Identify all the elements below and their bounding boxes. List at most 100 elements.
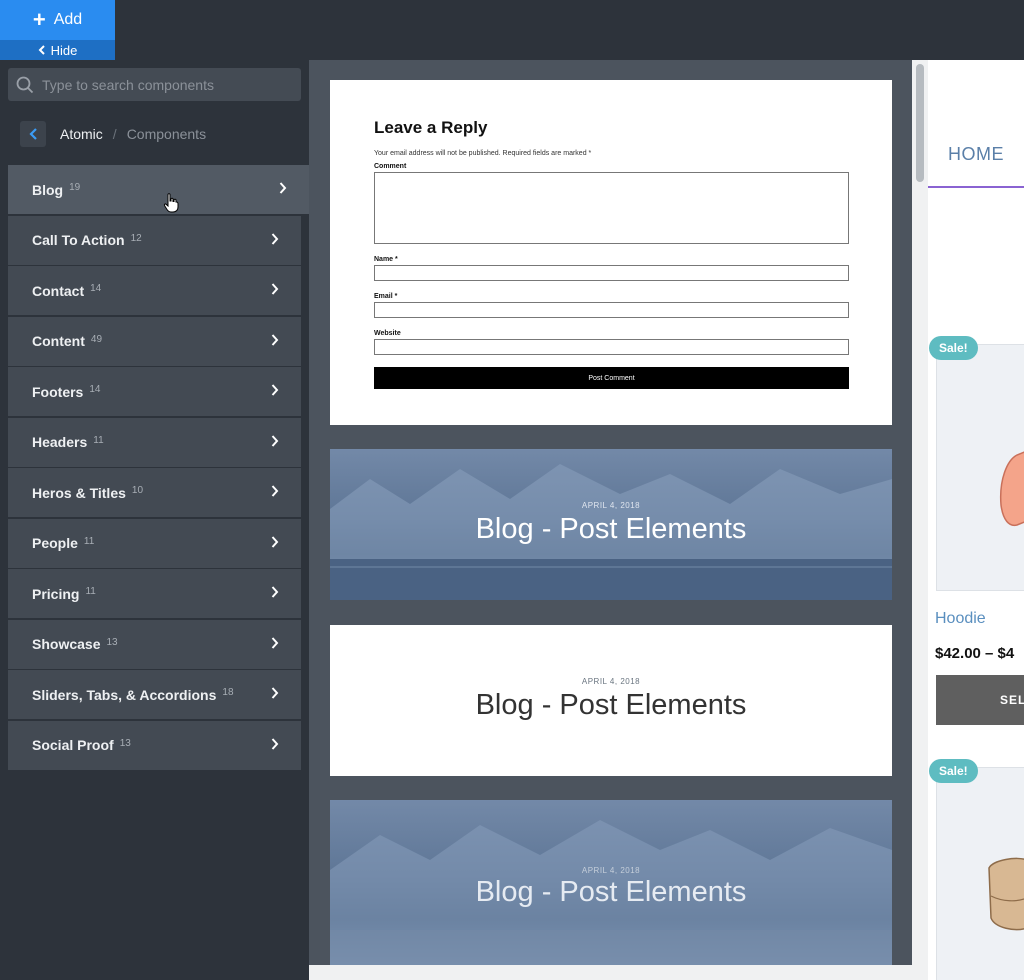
- preview-card-post-elements-plain[interactable]: APRIL 4, 2018 Blog - Post Elements: [330, 625, 892, 776]
- category-count: 11: [93, 434, 104, 446]
- preview-card-post-elements-image[interactable]: APRIL 4, 2018 Blog - Post Elements: [330, 449, 892, 600]
- category-label: Pricing: [32, 585, 80, 602]
- category-item-social-proof[interactable]: Social Proof 13: [8, 720, 301, 770]
- name-field: [374, 265, 849, 281]
- category-item-footers[interactable]: Footers 14: [8, 367, 301, 416]
- category-count: 13: [119, 737, 131, 749]
- category-count: 49: [90, 333, 103, 345]
- category-label: Content: [32, 333, 85, 349]
- category-count: 11: [85, 586, 96, 597]
- product-name[interactable]: Hoodie: [935, 610, 986, 628]
- chevron-right-icon: [271, 434, 279, 447]
- post-date: APRIL 4, 2018: [581, 677, 641, 686]
- website-field: [374, 339, 849, 355]
- chevron-right-icon: [271, 384, 279, 396]
- category-item-sliders-tabs-accordions[interactable]: Sliders, Tabs, & Accordions 18: [8, 670, 301, 719]
- back-button[interactable]: [20, 121, 46, 147]
- sale-badge: Sale!: [929, 336, 978, 360]
- chevron-right-icon: [271, 232, 279, 245]
- preview-card-post-elements-fade[interactable]: APRIL 4, 2018 Blog - Post Elements: [330, 800, 892, 965]
- scrollbar-thumb[interactable]: [916, 64, 924, 182]
- post-title: Blog - Post Elements: [475, 876, 747, 908]
- category-item-blog[interactable]: Blog 19: [8, 165, 309, 214]
- chevron-right-icon: [271, 687, 279, 699]
- category-count: 10: [131, 485, 144, 496]
- preview-card-leave-reply[interactable]: Leave a Reply Your email address will no…: [330, 80, 892, 425]
- chevron-left-icon: [38, 45, 45, 55]
- hide-button[interactable]: Hide: [0, 40, 115, 60]
- product-image-hoodie[interactable]: [936, 344, 1024, 591]
- component-preview-panel: Leave a Reply Your email address will no…: [309, 60, 912, 965]
- category-item-pricing[interactable]: Pricing 11: [8, 569, 301, 618]
- category-label: Blog: [32, 181, 64, 198]
- breadcrumb-child: Components: [126, 126, 207, 142]
- chevron-right-icon: [271, 485, 279, 497]
- product-image-beanie[interactable]: [936, 767, 1024, 980]
- add-button[interactable]: + Add: [0, 0, 115, 40]
- chevron-right-icon: [271, 283, 279, 295]
- search-input[interactable]: [42, 76, 282, 93]
- category-count: 13: [106, 636, 118, 648]
- category-label: Showcase: [32, 636, 101, 652]
- select-options-button[interactable]: SEL: [936, 675, 1024, 725]
- nav-home-link[interactable]: HOME: [948, 144, 1004, 165]
- preview-horizontal-scrollbar[interactable]: [309, 965, 928, 980]
- post-date: APRIL 4, 2018: [581, 501, 641, 510]
- search-box: [8, 68, 301, 101]
- reply-note: Your email address will not be published…: [374, 150, 592, 157]
- hoodie-image: [999, 451, 1024, 527]
- chevron-right-icon: [271, 737, 279, 750]
- add-button-label: Add: [53, 11, 83, 28]
- category-item-content[interactable]: Content 49: [8, 316, 301, 366]
- search-icon: [16, 76, 34, 93]
- category-label: Headers: [32, 434, 88, 450]
- preview-vertical-scrollbar[interactable]: [912, 60, 928, 965]
- post-title: Blog - Post Elements: [475, 689, 747, 721]
- category-label: People: [32, 535, 78, 551]
- hide-button-label: Hide: [50, 42, 78, 58]
- category-label: Sliders, Tabs, & Accordions: [32, 686, 217, 703]
- post-comment-button: Post Comment: [374, 367, 849, 389]
- post-title: Blog - Post Elements: [475, 513, 747, 545]
- website-label: Website: [374, 330, 401, 337]
- breadcrumb-current[interactable]: Atomic: [60, 126, 103, 142]
- chevron-right-icon: [271, 586, 279, 598]
- category-label: Footers: [32, 383, 84, 400]
- beanie-image: [988, 857, 1024, 931]
- category-count: 12: [130, 232, 142, 244]
- site-preview: HOME Sale! Hoodie $42.00 – $4 SEL Sale!: [928, 60, 1024, 980]
- category-count: 14: [90, 283, 102, 294]
- comment-label: Comment: [374, 163, 407, 170]
- category-item-showcase[interactable]: Showcase 13: [8, 619, 301, 669]
- comment-textarea: [374, 172, 849, 244]
- chevron-right-icon: [271, 636, 279, 649]
- sale-badge: Sale!: [929, 759, 978, 783]
- category-label: Social Proof: [32, 737, 114, 753]
- category-item-call-to-action[interactable]: Call To Action 12: [8, 215, 301, 265]
- reply-title: Leave a Reply: [374, 118, 488, 137]
- site-header: HOME: [928, 60, 1024, 188]
- chevron-right-icon: [279, 182, 287, 194]
- product-price: $42.00 – $4: [935, 645, 1015, 662]
- category-count: 14: [89, 384, 101, 395]
- category-item-people[interactable]: People 11: [8, 518, 301, 568]
- post-date: APRIL 4, 2018: [581, 866, 641, 875]
- name-label: Name *: [374, 256, 398, 263]
- category-label: Call To Action: [32, 232, 125, 248]
- top-toolbar: + Add Hide: [0, 0, 1024, 60]
- plus-icon: +: [32, 7, 46, 32]
- category-item-contact[interactable]: Contact 14: [8, 266, 301, 315]
- category-count: 11: [83, 535, 95, 547]
- category-label: Heros & Titles: [32, 484, 126, 501]
- category-count: 19: [69, 182, 81, 193]
- components-sidebar: Atomic / Components Blog 19 Call To Acti…: [0, 60, 309, 980]
- email-label: Email *: [374, 293, 398, 300]
- category-list: Blog 19 Call To Action 12 Contact 14 Con…: [8, 165, 309, 771]
- hand-cursor-icon: [163, 193, 179, 213]
- chevron-left-icon: [29, 128, 37, 140]
- chevron-right-icon: [271, 333, 279, 346]
- chevron-right-icon: [271, 535, 279, 548]
- category-label: Contact: [32, 282, 85, 299]
- category-item-heros-titles[interactable]: Heros & Titles 10: [8, 468, 301, 517]
- category-item-headers[interactable]: Headers 11: [8, 417, 301, 467]
